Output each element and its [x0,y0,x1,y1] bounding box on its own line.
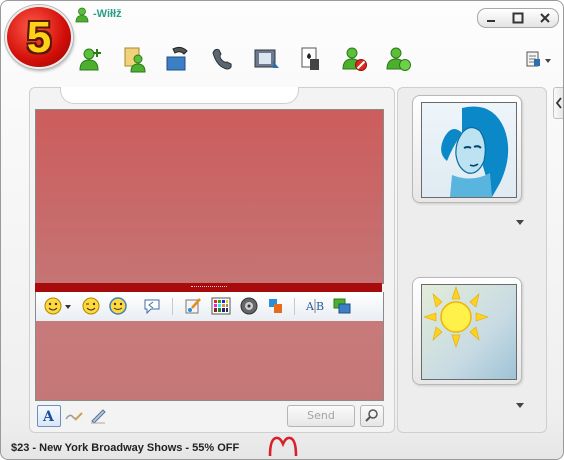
pane-splitter[interactable] [35,283,382,292]
close-icon [540,13,550,23]
app-logo-text: 5 [26,13,52,62]
svg-text:A: A [42,409,55,425]
collapse-panel-button[interactable] [553,87,563,119]
handwriting-icon [65,412,83,421]
add-contact-icon [79,48,101,71]
window-controls [477,8,559,28]
ad-logo-icon[interactable] [267,435,299,457]
my-display-picture-frame[interactable] [412,277,522,385]
font-icon: A [42,409,55,425]
translate-icon[interactable]: A B [305,296,325,316]
winks-icon[interactable] [265,296,285,316]
minimize-button[interactable] [478,9,504,27]
splitter-grip[interactable] [191,286,227,289]
app-logo[interactable]: 5 [5,5,73,69]
cards-icon [301,47,319,70]
cards-game-button[interactable] [297,45,325,73]
sun-icon [423,286,489,348]
minimize-icon [487,20,495,22]
contact-picture-dropdown-icon[interactable] [516,220,524,225]
sound-clip-icon[interactable] [239,296,259,316]
pen-icon [91,409,106,424]
voice-call-button[interactable] [209,45,237,73]
emoticon-dropdown-icon[interactable] [65,305,71,309]
invite-icon [386,47,411,71]
options-icon [526,51,551,67]
woman-portrait-icon [441,106,509,197]
handwriting-button[interactable] [63,405,85,425]
video-clip-button[interactable] [253,45,281,73]
svg-text:B: B [316,300,324,313]
message-history-area[interactable] [35,109,384,284]
message-input-area[interactable] [35,321,384,401]
contacts-button[interactable] [121,45,149,73]
svg-text:A: A [305,300,315,313]
video-call-button[interactable] [165,45,193,73]
emoticon-picker-icon[interactable] [44,296,64,316]
wink-emoticon-icon[interactable] [81,296,101,316]
phone-icon [212,48,232,70]
my-display-picture[interactable] [421,284,517,380]
ink-button[interactable] [87,405,109,425]
maximize-icon [512,12,524,24]
messenger-window: 5 -Wiłłž A B A Send $23 - New York Broad… [0,0,564,460]
invite-contact-button[interactable] [385,45,413,73]
chevron-left-icon [555,97,562,109]
user-status-icon[interactable] [75,7,89,23]
search-icon [365,409,378,422]
contacts-icon [124,47,146,73]
nudge-bubble-icon[interactable] [142,296,162,316]
ad-text[interactable]: $23 - New York Broadway Shows - 55% OFF [11,442,239,454]
block-icon [342,47,367,71]
paint-tool-icon[interactable] [183,296,203,316]
send-button[interactable]: Send [287,405,355,427]
send-image-icon[interactable] [332,296,352,316]
toolbar-separator [172,298,173,315]
block-contact-button[interactable] [341,45,369,73]
options-menu-button[interactable] [523,49,553,71]
contact-display-picture[interactable] [421,102,517,198]
animated-emoticon-icon[interactable] [108,296,128,316]
my-picture-dropdown-icon[interactable] [516,403,524,408]
emoticon-toolbar: A B [35,292,384,321]
toolbar-separator [294,298,295,315]
panel-notch [60,87,299,104]
font-button[interactable]: A [37,405,61,427]
color-grid-icon[interactable] [211,296,231,316]
add-contact-button[interactable] [77,45,105,73]
contact-display-picture-frame[interactable] [412,95,522,203]
maximize-button[interactable] [505,9,531,27]
close-button[interactable] [532,9,558,27]
search-button[interactable] [360,405,384,427]
video-call-icon [166,46,188,71]
user-name[interactable]: -Wiłłž [93,8,122,20]
film-icon [254,49,279,68]
